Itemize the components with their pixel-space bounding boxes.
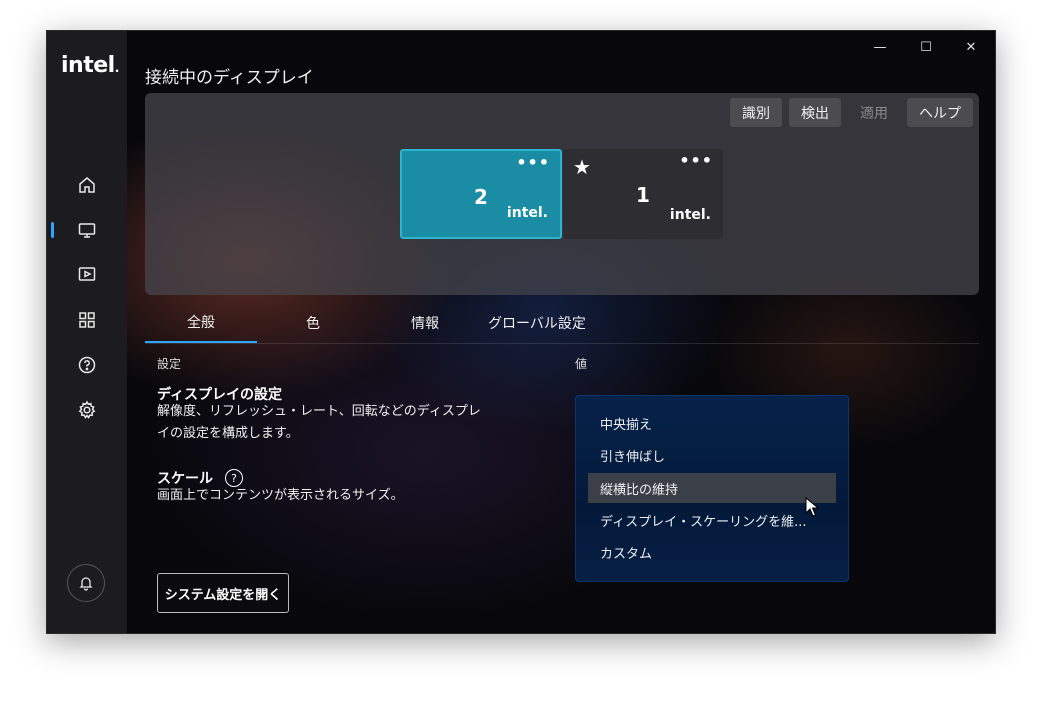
display-settings-desc-line2: イの設定を構成します。 <box>157 426 299 441</box>
mouse-cursor-icon <box>805 497 819 517</box>
monitor-icon <box>78 223 96 238</box>
monitor-2-intel-logo: intel. <box>506 205 548 221</box>
sidebar-item-display[interactable] <box>73 216 101 244</box>
active-indicator <box>51 222 54 238</box>
grid-icon <box>79 312 95 328</box>
scale-option-maintain-display-scaling[interactable]: ディスプレイ・スケーリングを維... <box>588 505 836 535</box>
monitor-1-intel-logo: intel. <box>669 207 711 223</box>
primary-star-icon: ★ <box>573 155 591 179</box>
tab-info[interactable]: 情報 <box>369 303 481 343</box>
help-button[interactable]: ヘルプ <box>907 98 973 127</box>
sidebar-item-help[interactable] <box>73 351 101 379</box>
scale-desc: 画面上でコンテンツが表示されるサイズ。 <box>157 488 404 503</box>
sidebar: intel. <box>47 31 127 633</box>
scale-option-center[interactable]: 中央揃え <box>588 408 836 438</box>
tab-global-settings[interactable]: グローバル設定 <box>481 303 593 343</box>
maximize-button[interactable]: ☐ <box>911 37 941 57</box>
sidebar-item-settings[interactable] <box>73 396 101 424</box>
monitor-1-number: 1 <box>636 183 650 207</box>
display-arrangement-panel: 識別 検出 適用 ヘルプ ••• 2 intel. ★ ••• 1 intel. <box>145 93 979 295</box>
monitor-2-menu-icon[interactable]: ••• <box>516 153 550 172</box>
tab-divider <box>145 343 979 344</box>
scale-dropdown-menu: 中央揃え 引き伸ばし 縦横比の維持 ディスプレイ・スケーリングを維... カスタ… <box>575 395 849 582</box>
detect-button[interactable]: 検出 <box>789 98 841 127</box>
video-icon <box>78 267 96 281</box>
scale-option-maintain-aspect-ratio[interactable]: 縦横比の維持 <box>588 473 836 503</box>
display-settings-desc-line1: 解像度、リフレッシュ・レート、回転などのディスプレ <box>157 404 481 419</box>
page-title: 接続中のディスプレイ <box>145 68 314 88</box>
sidebar-item-media[interactable] <box>73 260 101 288</box>
monitor-1-menu-icon[interactable]: ••• <box>679 151 713 170</box>
intel-logo: intel. <box>61 53 119 78</box>
minimize-button[interactable]: — <box>865 37 895 57</box>
identify-button[interactable]: 識別 <box>730 98 782 127</box>
tab-general[interactable]: 全般 <box>145 303 257 343</box>
monitor-2-tile[interactable]: ••• 2 intel. <box>400 149 562 239</box>
sidebar-item-apps[interactable] <box>73 306 101 334</box>
home-icon <box>79 177 95 193</box>
open-system-settings-button[interactable]: システム設定を開く <box>157 573 289 613</box>
tab-bar: 全般 色 情報 グローバル設定 <box>145 303 979 343</box>
bell-icon <box>79 577 93 591</box>
scale-option-stretch[interactable]: 引き伸ばし <box>588 440 836 470</box>
value-column-header: 値 <box>575 357 588 371</box>
tab-color[interactable]: 色 <box>257 303 369 343</box>
close-button[interactable]: ✕ <box>956 37 986 57</box>
app-window: intel. 接続中のディスプレイ — ☐ ✕ 識別 検出 適用 ヘルプ •••… <box>46 30 996 634</box>
notification-button[interactable] <box>67 564 105 602</box>
apply-button[interactable]: 適用 <box>848 98 900 127</box>
scale-option-custom[interactable]: カスタム <box>588 537 836 567</box>
help-icon <box>78 356 96 374</box>
gear-icon <box>78 400 96 419</box>
settings-column-header: 設定 <box>157 357 182 371</box>
monitor-1-tile[interactable]: ★ ••• 1 intel. <box>563 149 723 239</box>
sidebar-item-home[interactable] <box>73 171 101 199</box>
main-content: 接続中のディスプレイ — ☐ ✕ 識別 検出 適用 ヘルプ ••• 2 inte… <box>127 31 995 633</box>
